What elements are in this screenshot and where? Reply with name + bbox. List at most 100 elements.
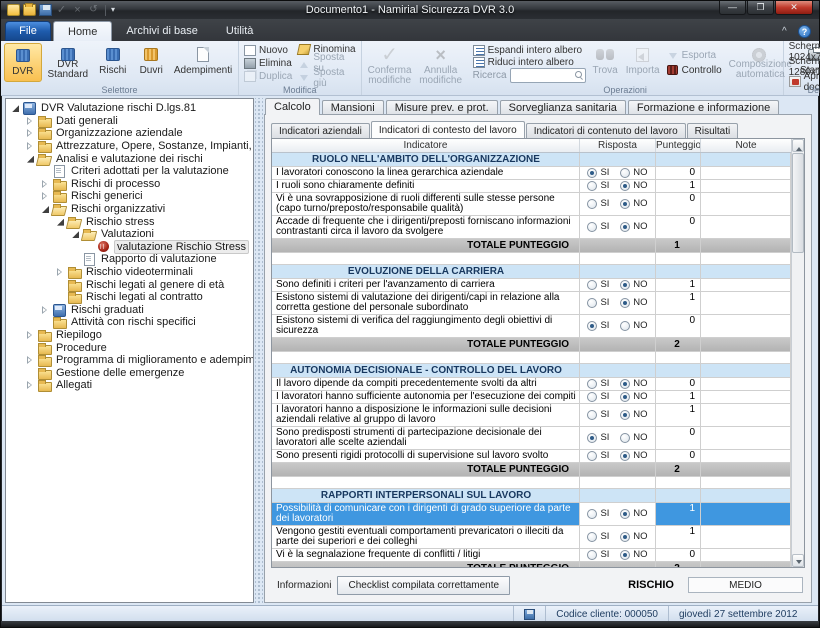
tree-item[interactable]: Valutazioni [6, 228, 253, 241]
minimize-button[interactable]: — [719, 1, 746, 15]
answer-si-option[interactable]: SI [587, 298, 609, 308]
checklist-status-button[interactable]: Checklist compilata correttamente [337, 576, 510, 595]
tree-expander-icon[interactable] [25, 330, 35, 340]
answer-si-option[interactable]: SI [587, 280, 609, 290]
tree-expander-icon[interactable] [25, 128, 35, 138]
table-vertical-scrollbar[interactable] [791, 139, 804, 567]
elimina-button[interactable]: Elimina [241, 57, 295, 70]
tree-expander-icon[interactable] [55, 217, 65, 227]
indicator-row[interactable]: Esistono sistemi di verifica del raggiun… [272, 315, 791, 338]
radio-no-selected[interactable] [620, 199, 630, 209]
answer-si-option[interactable]: SI [587, 433, 609, 443]
tab-sorveglianza[interactable]: Sorveglianza sanitaria [500, 100, 626, 115]
scroll-up-icon[interactable] [792, 139, 804, 152]
indicator-row[interactable]: I lavoratori hanno a disposizione le inf… [272, 404, 791, 427]
radio-no[interactable] [620, 433, 630, 443]
tree-item[interactable]: Allegati [6, 379, 253, 392]
radio-no-selected[interactable] [620, 532, 630, 542]
tab-mansioni[interactable]: Mansioni [322, 100, 384, 115]
tree-expander-icon[interactable] [25, 154, 35, 164]
indicator-row[interactable]: I lavoratori conoscono la linea gerarchi… [272, 167, 791, 180]
radio-si[interactable] [587, 280, 597, 290]
tab-utilita[interactable]: Utilità [212, 21, 268, 41]
answer-si-option[interactable]: SI [587, 222, 609, 232]
radio-si-selected[interactable] [587, 168, 597, 178]
tree-item[interactable]: Rischi legati al genere di età [6, 278, 253, 291]
dvr-standard-button[interactable]: DVR Standard [44, 43, 92, 82]
subtab-risultati[interactable]: Risultati [687, 123, 739, 138]
radio-si[interactable] [587, 532, 597, 542]
indicator-row[interactable]: Vi è la segnalazione frequente di confli… [272, 549, 791, 562]
rischi-button[interactable]: Rischi [94, 43, 131, 82]
answer-no-option[interactable]: NO [620, 298, 647, 308]
tree-expander-icon[interactable] [40, 204, 50, 214]
save-icon[interactable] [39, 4, 52, 16]
file-tab[interactable]: File [5, 21, 51, 41]
radio-si[interactable] [587, 392, 597, 402]
adempimenti-button[interactable]: Adempimenti [171, 43, 235, 82]
note-cell[interactable] [701, 391, 791, 403]
radio-no-selected[interactable] [620, 181, 630, 191]
dvr-button[interactable]: DVR [4, 43, 42, 82]
answer-no-option[interactable]: NO [620, 280, 647, 290]
indicator-row[interactable]: Vi è una sovrapposizione di ruoli differ… [272, 193, 791, 216]
radio-no-selected[interactable] [620, 298, 630, 308]
tree-item[interactable]: Rischi generici [6, 190, 253, 203]
indicator-row[interactable]: I lavoratori hanno sufficiente autonomia… [272, 391, 791, 404]
answer-si-option[interactable]: SI [587, 199, 609, 209]
answer-si-option[interactable]: SI [587, 509, 609, 519]
answer-si-option[interactable]: SI [587, 550, 609, 560]
note-cell[interactable] [701, 378, 791, 390]
radio-si-selected[interactable] [587, 433, 597, 443]
tree-expander-icon[interactable] [10, 103, 20, 113]
tree-item[interactable]: Attività con rischi specifici [6, 316, 253, 329]
indicator-row[interactable]: Vengono gestiti eventuali comportamenti … [272, 526, 791, 549]
note-cell[interactable] [701, 216, 791, 238]
indicator-row[interactable]: Sono predisposti strumenti di partecipaz… [272, 427, 791, 450]
informazioni-button[interactable]: Informazioni [271, 577, 337, 594]
note-cell[interactable] [701, 450, 791, 462]
indicator-row[interactable]: I ruoli sono chiaramente definitiSINO1 [272, 180, 791, 193]
indicator-row[interactable]: Sono presenti rigidi protocolli di super… [272, 450, 791, 463]
tree-item[interactable]: Rischi legati al contratto [6, 291, 253, 304]
note-cell[interactable] [701, 526, 791, 548]
radio-no-selected[interactable] [620, 379, 630, 389]
tree-item[interactable]: Attrezzature, Opere, Sostanze, Impianti,… [6, 140, 253, 153]
radio-no[interactable] [620, 321, 630, 331]
tab-formazione[interactable]: Formazione e informazione [628, 100, 779, 115]
radio-no-selected[interactable] [620, 410, 630, 420]
tree-expander-icon[interactable] [70, 229, 80, 239]
close-button[interactable]: ✕ [775, 1, 813, 15]
radio-no-selected[interactable] [620, 550, 630, 560]
radio-si[interactable] [587, 298, 597, 308]
answer-no-option[interactable]: NO [620, 168, 647, 178]
tree-expander-icon[interactable] [25, 355, 35, 365]
indicator-row[interactable]: Sono definiti i criteri per l'avanzament… [272, 279, 791, 292]
collapse-ribbon-icon[interactable] [782, 28, 792, 36]
radio-si[interactable] [587, 509, 597, 519]
note-cell[interactable] [701, 193, 791, 215]
tab-home[interactable]: Home [53, 21, 112, 41]
answer-si-option[interactable]: SI [587, 451, 609, 461]
indicator-row[interactable]: Il lavoro dipende da compiti precedentem… [272, 378, 791, 391]
tree-expander-icon[interactable] [55, 267, 65, 277]
radio-si[interactable] [587, 410, 597, 420]
note-cell[interactable] [701, 279, 791, 291]
radio-si[interactable] [587, 379, 597, 389]
radio-si[interactable] [587, 181, 597, 191]
answer-no-option[interactable]: NO [620, 321, 647, 331]
tree-item[interactable]: Programma di miglioramento e adempimenti [6, 354, 253, 367]
note-cell[interactable] [701, 315, 791, 337]
tree-expander-icon[interactable] [40, 191, 50, 201]
note-cell[interactable] [701, 549, 791, 561]
tab-calcolo[interactable]: Calcolo [265, 98, 320, 115]
duvri-button[interactable]: Duvri [133, 43, 169, 82]
note-cell[interactable] [701, 427, 791, 449]
radio-si[interactable] [587, 199, 597, 209]
answer-no-option[interactable]: NO [620, 392, 647, 402]
radio-si[interactable] [587, 451, 597, 461]
answer-si-option[interactable]: SI [587, 410, 609, 420]
answer-no-option[interactable]: NO [620, 199, 647, 209]
answer-no-option[interactable]: NO [620, 379, 647, 389]
answer-no-option[interactable]: NO [620, 509, 647, 519]
